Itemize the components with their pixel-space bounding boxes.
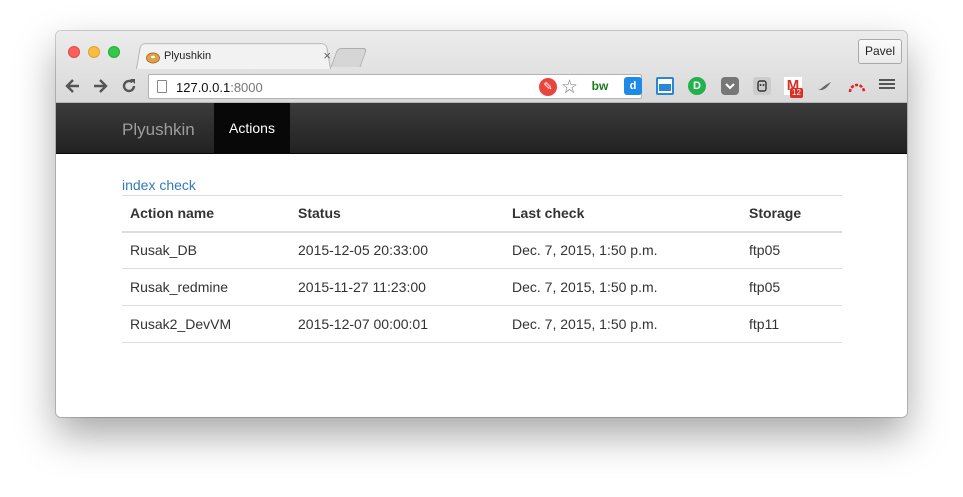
gmail-unread-badge: 12 [790,88,803,98]
cell-storage: ftp11 [741,305,842,343]
cell-last-check: Dec. 7, 2015, 1:50 p.m. [504,231,741,269]
cell-status: 2015-12-05 20:33:00 [290,231,504,269]
column-header-storage: Storage [741,195,842,233]
table-row: Rusak_DB 2015-12-05 20:33:00 Dec. 7, 201… [122,231,842,269]
bw-extension-icon[interactable]: bw [591,77,609,95]
cell-status: 2015-11-27 11:23:00 [290,268,504,306]
main-content: index check Action name Status Last chec… [122,176,842,343]
cell-storage: ftp05 [741,268,842,306]
column-header-last-check: Last check [504,195,741,233]
new-tab-button[interactable] [330,48,368,67]
table-header-row: Action name Status Last check Storage [122,195,842,233]
browser-chrome: Plyushkin × Pavel 127.0.0.1:8000 ✎ ☆ bw … [56,31,907,103]
window-extension-icon[interactable] [656,77,674,95]
minimize-window-button[interactable] [88,46,100,58]
tab-close-icon[interactable]: × [323,48,331,63]
top-navbar: Plyushkin Actions [56,103,907,154]
close-window-button[interactable] [68,46,80,58]
column-header-action-name: Action name [122,195,290,233]
tab-title: Plyushkin [164,50,212,62]
table-row: Rusak2_DevVM 2015-12-07 00:00:01 Dec. 7,… [122,305,842,343]
back-arrow-icon[interactable] [63,76,83,96]
profile-button[interactable]: Pavel [858,39,902,64]
cell-status: 2015-12-07 00:00:01 [290,305,504,343]
forward-arrow-icon[interactable] [90,76,110,96]
column-header-status: Status [290,195,504,233]
pocket-extension-icon[interactable] [721,77,739,95]
nav-item-actions[interactable]: Actions [214,103,290,154]
page-icon [157,80,167,93]
browser-toolbar: 127.0.0.1:8000 ✎ ☆ bw d D M 12 [56,69,907,103]
bagel-favicon-icon [146,52,160,64]
browser-window: Plyushkin × Pavel 127.0.0.1:8000 ✎ ☆ bw … [56,31,907,417]
cell-action-name: Rusak_redmine [122,268,290,306]
hamburger-menu-icon[interactable] [879,77,895,93]
browser-tab-content: Plyushkin × [146,48,331,66]
reload-icon[interactable] [119,76,139,96]
table-row: Rusak_redmine 2015-11-27 11:23:00 Dec. 7… [122,268,842,306]
bird-extension-icon[interactable] [816,77,834,95]
cell-last-check: Dec. 7, 2015, 1:50 p.m. [504,305,741,343]
url-host: 127.0.0.1 [176,80,231,95]
zoom-window-button[interactable] [108,46,120,58]
arc-extension-icon[interactable] [848,77,866,95]
lastpass-extension-icon[interactable]: ✎ [539,78,557,96]
cell-action-name: Rusak_DB [122,231,290,269]
brand-link[interactable]: Plyushkin [122,120,195,140]
circle-extension-icon[interactable]: D [688,77,706,95]
index-check-link[interactable]: index check [122,176,196,194]
address-bar[interactable]: 127.0.0.1:8000 ✎ ☆ [148,74,642,99]
d-extension-icon[interactable]: d [624,77,642,95]
plug-extension-icon[interactable] [753,77,771,95]
url-text[interactable]: 127.0.0.1:8000 [176,80,263,95]
cell-storage: ftp05 [741,231,842,269]
actions-table: Action name Status Last check Storage Ru… [122,195,842,343]
cell-action-name: Rusak2_DevVM [122,305,290,343]
url-port: :8000 [230,80,263,95]
star-icon[interactable]: ☆ [561,76,578,99]
cell-last-check: Dec. 7, 2015, 1:50 p.m. [504,268,741,306]
